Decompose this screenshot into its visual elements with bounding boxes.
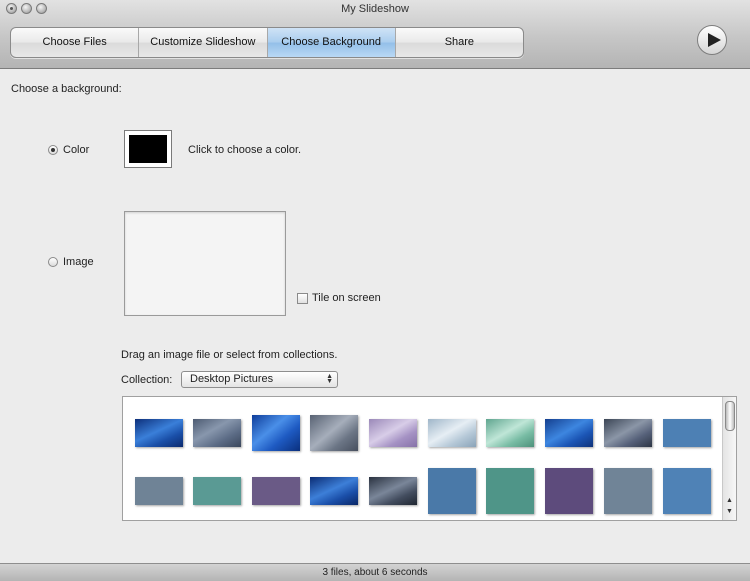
- thumbnail-15[interactable]: [369, 477, 417, 505]
- scroll-up-icon[interactable]: ▲: [726, 497, 733, 504]
- tile-on-screen-checkbox[interactable]: Tile on screen: [297, 292, 381, 304]
- radio-unselected-icon: [48, 257, 58, 267]
- tile-on-screen-label: Tile on screen: [312, 292, 381, 304]
- color-hint: Click to choose a color.: [188, 144, 302, 156]
- scrollbar-thumb[interactable]: [725, 401, 735, 431]
- tab-customize-slideshow[interactable]: Customize Slideshow: [139, 28, 268, 57]
- color-radio-label: Color: [63, 144, 90, 156]
- image-radio[interactable]: Image: [48, 256, 94, 268]
- thumbnail-6[interactable]: [428, 419, 476, 447]
- thumbnail-13[interactable]: [252, 477, 300, 505]
- play-icon: [707, 33, 721, 47]
- collection-label: Collection:: [121, 374, 173, 386]
- tab-share[interactable]: Share: [396, 28, 523, 57]
- thumbnail-17[interactable]: [486, 468, 534, 514]
- thumbnail-3[interactable]: [252, 415, 300, 451]
- color-swatch: [129, 135, 167, 163]
- color-radio[interactable]: Color: [48, 144, 89, 156]
- thumbnail-5[interactable]: [369, 419, 417, 447]
- title-toolbar: My Slideshow Choose Files Customize Slid…: [0, 0, 750, 69]
- thumbnail-8[interactable]: [545, 419, 593, 447]
- page-title: Choose a background:: [11, 83, 122, 95]
- tab-choose-files[interactable]: Choose Files: [11, 28, 140, 57]
- status-bar: 3 files, about 6 seconds: [0, 563, 750, 581]
- thumbnail-20[interactable]: [663, 468, 711, 514]
- color-swatch-button[interactable]: [124, 130, 172, 168]
- thumbnail-grid: [123, 397, 723, 520]
- tab-choose-background[interactable]: Choose Background: [267, 28, 396, 57]
- thumbnail-4[interactable]: [310, 415, 358, 451]
- thumbnail-2[interactable]: [193, 419, 241, 447]
- background-pane: Choose a background: Color Click to choo…: [0, 69, 750, 563]
- image-drop-well[interactable]: [124, 211, 286, 316]
- collection-gallery: ▲ ▼: [122, 396, 737, 521]
- thumbnail-14[interactable]: [310, 477, 358, 505]
- window-title: My Slideshow: [341, 3, 409, 15]
- thumbnail-16[interactable]: [428, 468, 476, 514]
- thumbnail-11[interactable]: [135, 477, 183, 505]
- step-tabs: Choose Files Customize Slideshow Choose …: [10, 27, 524, 58]
- chevron-up-down-icon: ▲ ▼: [326, 373, 333, 385]
- thumbnail-19[interactable]: [604, 468, 652, 514]
- image-radio-label: Image: [63, 256, 94, 268]
- thumbnail-7[interactable]: [486, 419, 534, 447]
- radio-selected-icon: [48, 145, 58, 155]
- collection-select-value: Desktop Pictures: [190, 373, 274, 385]
- collection-select[interactable]: Desktop Pictures ▲ ▼: [181, 371, 338, 388]
- drag-hint: Drag an image file or select from collec…: [121, 349, 338, 361]
- checkbox-icon: [297, 292, 308, 304]
- thumbnail-9[interactable]: [604, 419, 652, 447]
- thumbnail-1[interactable]: [135, 419, 183, 447]
- thumbnail-10[interactable]: [663, 419, 711, 447]
- thumbnail-12[interactable]: [193, 477, 241, 505]
- app-window: My Slideshow Choose Files Customize Slid…: [0, 0, 750, 581]
- scroll-down-icon[interactable]: ▼: [726, 508, 733, 515]
- gallery-scrollbar[interactable]: ▲ ▼: [722, 397, 736, 520]
- thumbnail-18[interactable]: [545, 468, 593, 514]
- play-button[interactable]: [697, 25, 727, 55]
